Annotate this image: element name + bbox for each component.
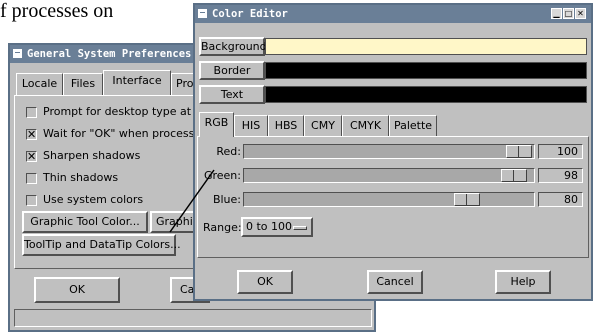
checkbox-prompt-desktop[interactable] xyxy=(26,107,37,118)
checkbox-label: Use system colors xyxy=(43,193,144,206)
tab-hbs[interactable]: HBS xyxy=(268,115,304,137)
background-color-swatch xyxy=(265,38,587,55)
tab-locale[interactable]: Locale xyxy=(16,73,63,95)
general-ok-button[interactable]: OK xyxy=(34,277,120,303)
option-menu-indicator-icon xyxy=(293,226,307,230)
tab-his[interactable]: HIS xyxy=(234,115,268,137)
tab-interface[interactable]: Interface xyxy=(103,70,171,95)
color-editor-title: Color Editor xyxy=(212,8,288,20)
blue-label: Blue: xyxy=(212,193,241,206)
checkbox-wait-for-ok[interactable]: ✕ xyxy=(26,129,37,140)
color-editor-window: Color Editor ▁ □ ✕ Background Border Tex… xyxy=(193,3,593,301)
close-icon[interactable]: ✕ xyxy=(575,8,586,19)
checkbox-label: Prompt for desktop type at star xyxy=(43,105,216,118)
minimize-icon[interactable]: ▁ xyxy=(551,8,562,19)
tab-cmy[interactable]: CMY xyxy=(304,115,342,137)
tab-files[interactable]: Files xyxy=(63,73,103,95)
window-menu-icon[interactable] xyxy=(198,9,207,18)
range-select[interactable]: 0 to 100 xyxy=(241,217,313,237)
blue-slider-thumb[interactable] xyxy=(454,193,480,206)
text-target-button[interactable]: Text xyxy=(199,85,265,104)
window-menu-icon[interactable] xyxy=(13,49,22,58)
tab-rgb[interactable]: RGB xyxy=(199,112,234,137)
border-target-button[interactable]: Border xyxy=(199,61,265,80)
text-color-swatch xyxy=(265,86,587,103)
red-slider[interactable] xyxy=(243,144,535,159)
background-target-button[interactable]: Background xyxy=(199,37,267,56)
green-slider[interactable] xyxy=(243,168,535,183)
graphic-tool-color-button[interactable]: Graphic Tool Color... xyxy=(22,211,148,233)
color-editor-ok-button[interactable]: OK xyxy=(237,270,293,294)
green-value-field[interactable]: 98 xyxy=(538,168,583,183)
tooltip-datatip-colors-button[interactable]: ToolTip and DataTip Colors... xyxy=(22,234,181,256)
tab-cmyk[interactable]: CMYK xyxy=(342,115,389,137)
checkbox-label: Sharpen shadows xyxy=(43,149,141,162)
background-document-text: f processes on xyxy=(0,0,114,22)
red-label: Red: xyxy=(216,145,241,158)
color-editor-help-button[interactable]: Help xyxy=(495,270,551,294)
blue-value-field[interactable]: 80 xyxy=(538,192,583,207)
checkbox-thin-shadows[interactable] xyxy=(26,173,37,184)
red-slider-thumb[interactable] xyxy=(506,145,532,158)
blue-slider[interactable] xyxy=(243,192,535,207)
green-label: Green: xyxy=(203,169,241,182)
red-value-field[interactable]: 100 xyxy=(538,144,583,159)
range-label: Range: xyxy=(203,221,242,234)
checkbox-sharpen-shadows[interactable]: ✕ xyxy=(26,151,37,162)
border-color-swatch xyxy=(265,62,587,79)
maximize-icon[interactable]: □ xyxy=(563,8,574,19)
checkbox-label: Thin shadows xyxy=(43,171,119,184)
general-preferences-title: General System Preferences xyxy=(27,48,192,60)
color-editor-cancel-button[interactable]: Cancel xyxy=(367,270,423,294)
green-slider-thumb[interactable] xyxy=(501,169,527,182)
tab-palette[interactable]: Palette xyxy=(389,115,437,137)
general-status-bar xyxy=(14,309,372,327)
checkbox-use-system-colors[interactable] xyxy=(26,195,37,206)
checkbox-label: Wait for "OK" when process co xyxy=(43,127,211,140)
color-editor-titlebar[interactable]: Color Editor ▁ □ ✕ xyxy=(195,5,591,23)
